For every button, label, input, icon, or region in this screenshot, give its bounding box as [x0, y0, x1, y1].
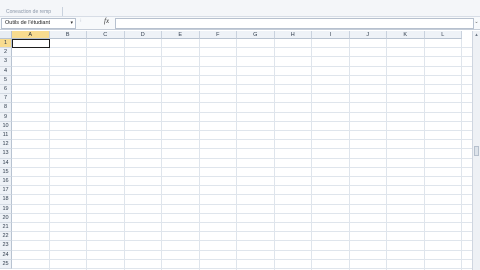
gridline-horizontal: [12, 65, 472, 67]
gridline-horizontal: [12, 185, 472, 187]
row-header-2[interactable]: 2: [0, 48, 12, 58]
gridline-horizontal: [12, 74, 472, 76]
gridline-vertical: [48, 39, 50, 270]
gridline-horizontal: [12, 203, 472, 205]
gridline-horizontal: [12, 157, 472, 159]
row-header-16[interactable]: 16: [0, 177, 12, 187]
row-header-12[interactable]: 12: [0, 140, 12, 150]
row-header-15[interactable]: 15: [0, 167, 12, 177]
ribbon: Coneaction de remp: [0, 0, 480, 17]
gridline-horizontal: [12, 222, 472, 223]
column-header-d[interactable]: D: [124, 31, 162, 39]
row-header-22[interactable]: 22: [0, 232, 12, 242]
gridline-vertical: [311, 39, 312, 270]
gridline-vertical: [423, 39, 425, 270]
gridline-horizontal: [12, 47, 472, 49]
expand-formula-bar-icon[interactable]: ⌄: [474, 18, 479, 27]
gridline-horizontal: [12, 194, 472, 196]
column-header-b[interactable]: B: [49, 31, 87, 39]
row-header-3[interactable]: 3: [0, 57, 12, 67]
gridline-horizontal: [12, 139, 472, 141]
ribbon-separator: [62, 7, 63, 16]
gridline-vertical: [161, 39, 162, 270]
row-header-19[interactable]: 19: [0, 204, 12, 214]
gridline-horizontal: [12, 240, 472, 242]
column-header-j[interactable]: J: [349, 31, 387, 39]
gridline-horizontal: [12, 258, 472, 260]
row-header-1[interactable]: 1: [0, 39, 12, 49]
row-header-21[interactable]: 21: [0, 223, 12, 233]
gridline-vertical: [198, 39, 200, 270]
row-header-23[interactable]: 23: [0, 241, 12, 251]
row-header-25[interactable]: 25: [0, 259, 12, 269]
column-header-c[interactable]: C: [87, 31, 125, 39]
row-header-17[interactable]: 17: [0, 186, 12, 196]
gridline-horizontal: [12, 111, 472, 113]
vertical-scrollbar[interactable]: ▴: [472, 31, 480, 270]
select-all-corner[interactable]: [0, 31, 12, 39]
name-box[interactable]: Outils de l'étudiant ▾: [1, 18, 76, 29]
row-header-8[interactable]: 8: [0, 103, 12, 113]
scrollbar-thumb[interactable]: [474, 146, 479, 156]
gridline-vertical: [273, 39, 275, 270]
row-header-20[interactable]: 20: [0, 213, 12, 223]
column-header-l[interactable]: L: [424, 31, 462, 39]
gridline-horizontal: [12, 231, 472, 233]
column-header-k[interactable]: K: [387, 31, 425, 39]
row-header-4[interactable]: 4: [0, 66, 12, 76]
column-header-g[interactable]: G: [237, 31, 275, 39]
gridline-vertical: [236, 39, 237, 270]
name-box-value: Outils de l'étudiant: [5, 20, 51, 26]
column-header-f[interactable]: F: [199, 31, 237, 39]
gridline-horizontal: [12, 93, 472, 95]
scroll-up-arrow-icon[interactable]: ▴: [473, 31, 480, 39]
gridline-horizontal: [12, 268, 472, 269]
active-cell[interactable]: [12, 39, 50, 49]
gridline-vertical: [123, 39, 125, 270]
gridline-horizontal: [12, 148, 472, 150]
chevron-down-icon[interactable]: ▾: [70, 21, 73, 26]
gridline-vertical: [386, 39, 387, 270]
row-header-7[interactable]: 7: [0, 94, 12, 104]
gridline-vertical: [86, 39, 87, 270]
row-header-14[interactable]: 14: [0, 158, 12, 168]
gridline-horizontal: [12, 120, 472, 122]
column-header-i[interactable]: I: [312, 31, 350, 39]
column-header-e[interactable]: E: [162, 31, 200, 39]
grip-icon: ⁝: [80, 18, 82, 24]
row-header-9[interactable]: 9: [0, 112, 12, 122]
formula-input[interactable]: [115, 18, 474, 29]
formula-bar: Outils de l'étudiant ▾ ⁝ fx ⌄: [0, 17, 480, 30]
gridline-horizontal: [12, 84, 472, 85]
gridline-vertical: [348, 39, 350, 270]
row-header-6[interactable]: 6: [0, 85, 12, 95]
row-header-13[interactable]: 13: [0, 149, 12, 159]
row-header-5[interactable]: 5: [0, 75, 12, 85]
row-header-24[interactable]: 24: [0, 250, 12, 260]
column-header-h[interactable]: H: [274, 31, 312, 39]
insert-function-button[interactable]: fx: [104, 17, 109, 25]
column-header-a[interactable]: A: [12, 31, 50, 39]
gridline-horizontal: [12, 176, 472, 177]
gridline-vertical: [461, 39, 462, 270]
gridline-horizontal: [12, 249, 472, 251]
row-header-18[interactable]: 18: [0, 195, 12, 205]
row-header-11[interactable]: 11: [0, 131, 12, 141]
gridline-horizontal: [12, 102, 472, 104]
gridline-horizontal: [12, 166, 472, 168]
row-header-10[interactable]: 10: [0, 121, 12, 131]
gridline-horizontal: [12, 130, 472, 131]
gridline-horizontal: [12, 212, 472, 214]
worksheet-grid[interactable]: A B C D E F G H I J K L 1 2 3 4 5 6 7 8 9 10 11 12 13 14 15 16 17 18 1…: [0, 31, 472, 270]
ribbon-group-label: Coneaction de remp: [6, 9, 52, 15]
gridline-horizontal: [12, 56, 472, 58]
